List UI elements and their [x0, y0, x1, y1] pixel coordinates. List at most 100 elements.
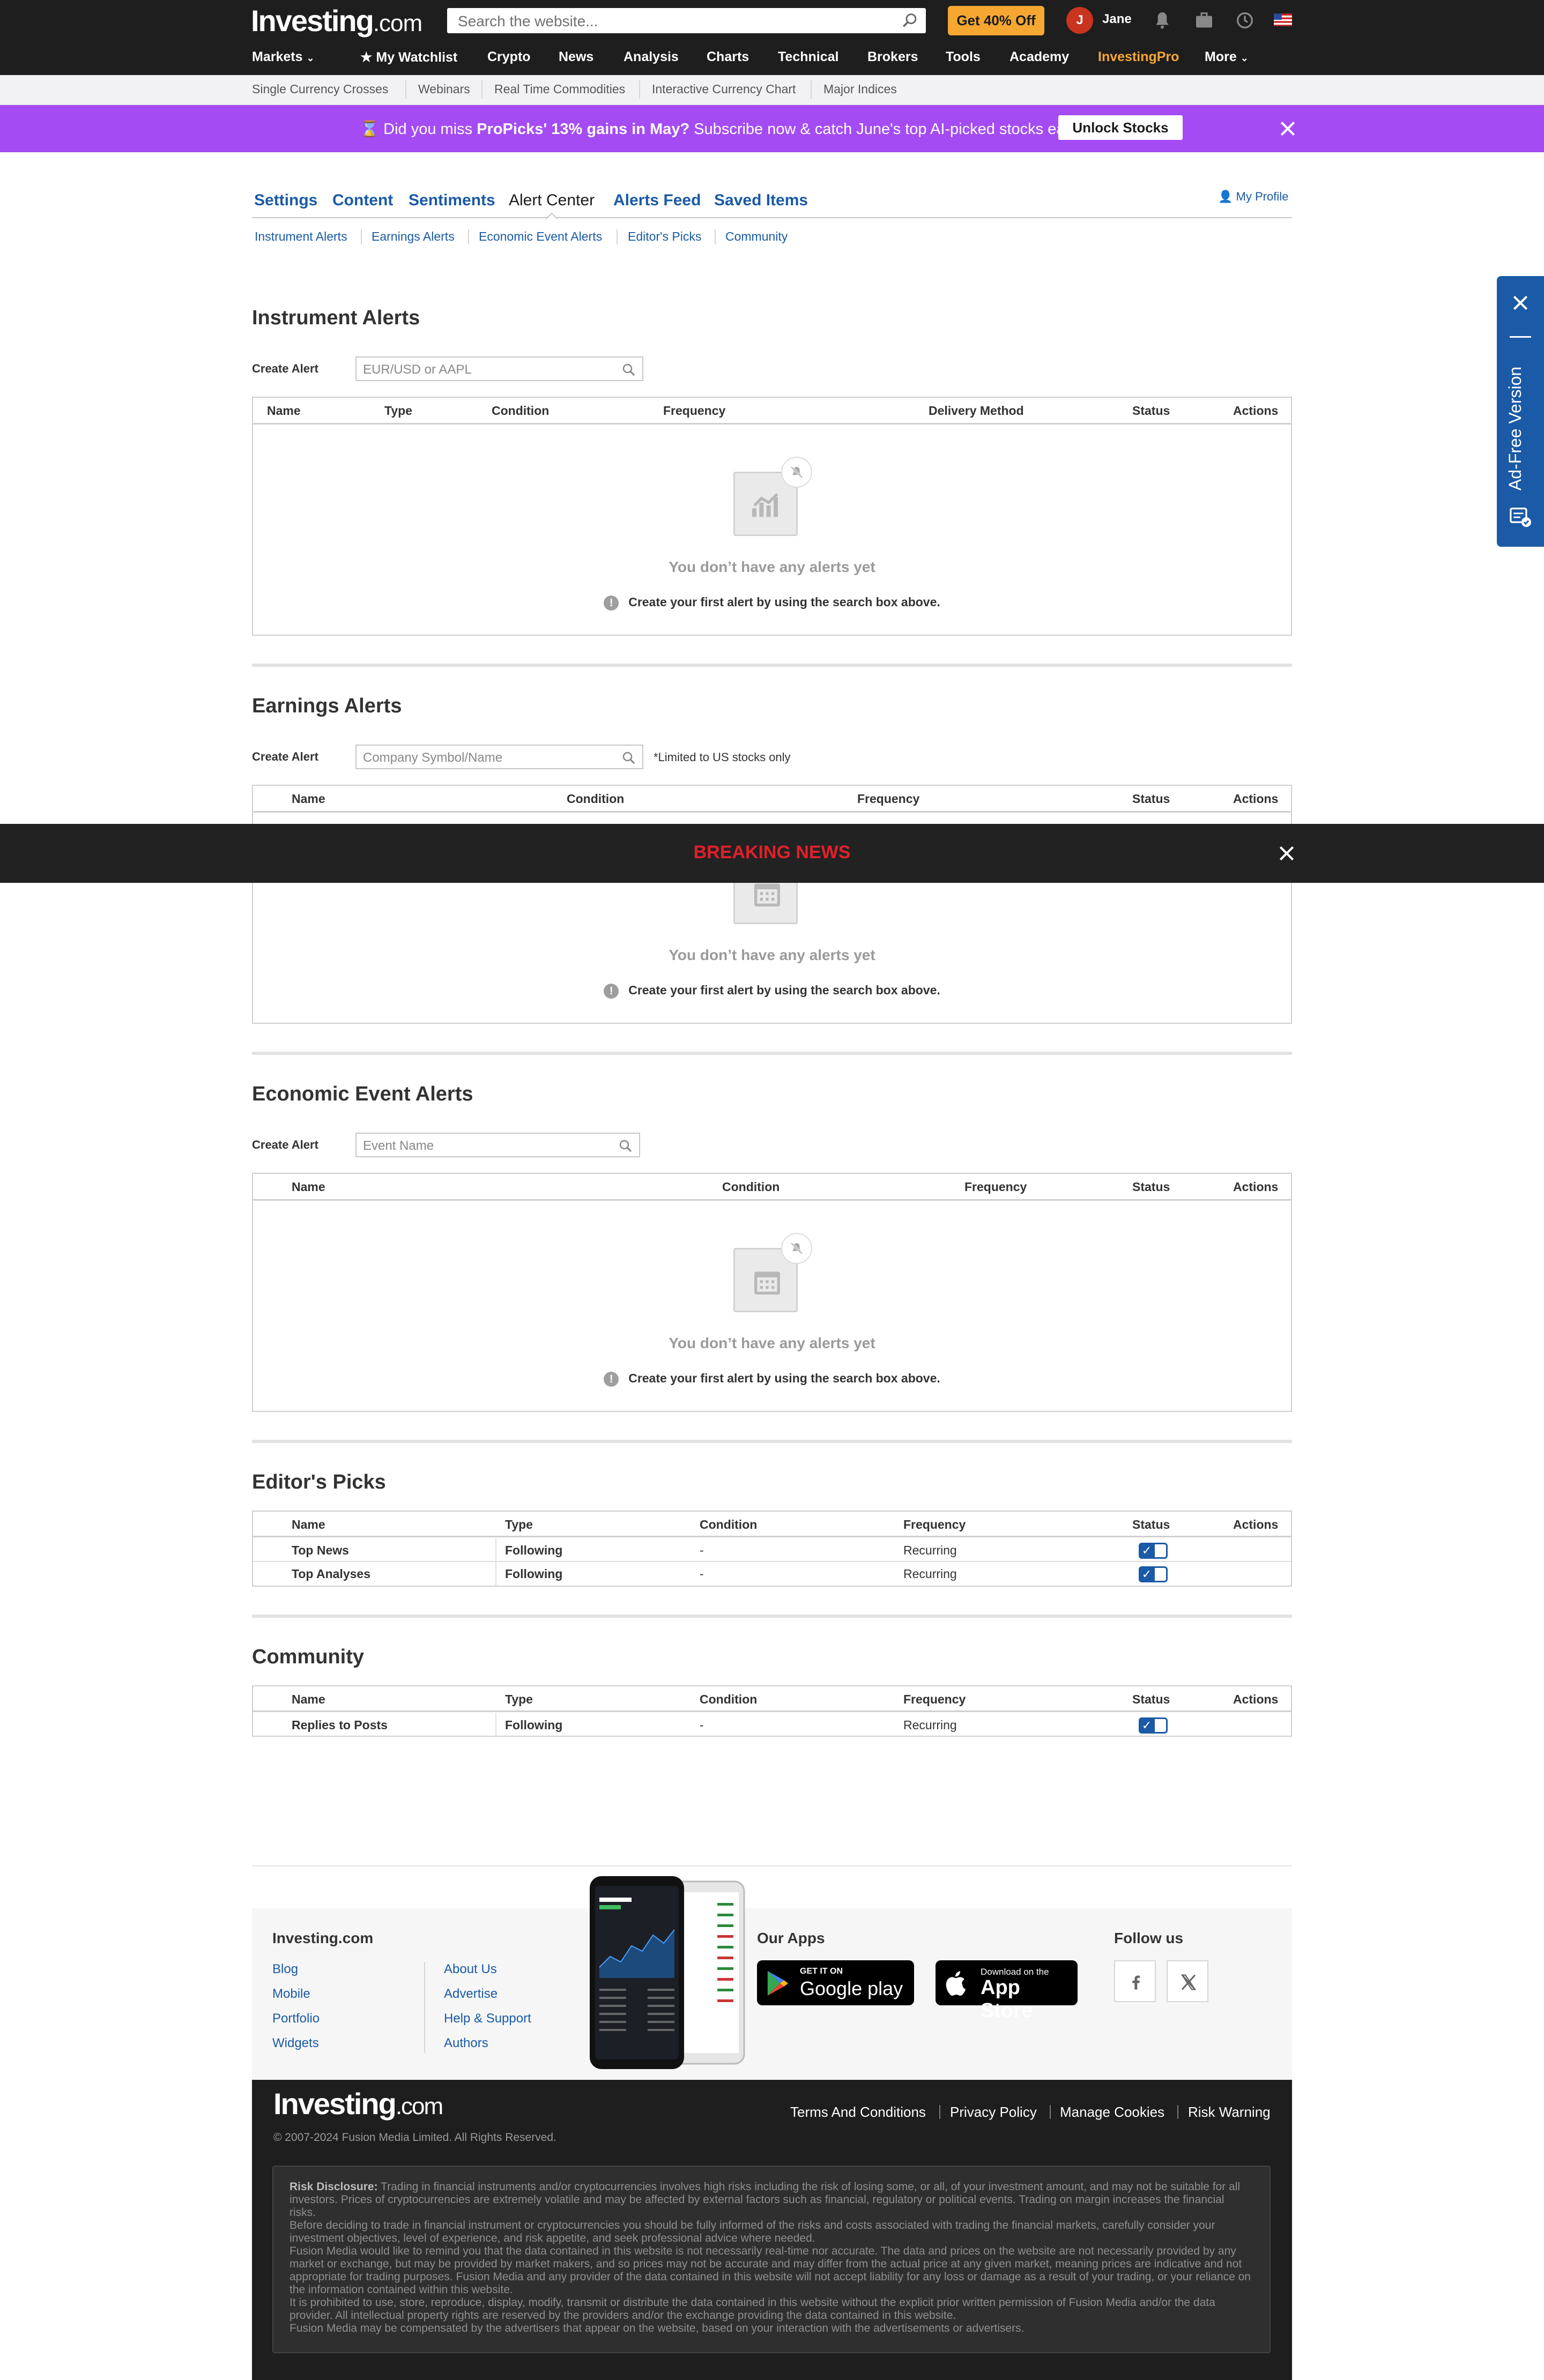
subtab-community[interactable]: Community — [725, 229, 788, 244]
close-icon[interactable] — [1276, 843, 1297, 864]
row-condition: - — [700, 1718, 704, 1732]
x-twitter-icon[interactable] — [1167, 1960, 1208, 2002]
col-condition: Condition — [700, 1518, 758, 1531]
facebook-icon[interactable] — [1114, 1960, 1156, 2002]
google-play-button[interactable]: GET IT ON Google play — [757, 1960, 914, 2005]
tab-alerts-feed[interactable]: Alerts Feed — [613, 191, 701, 210]
site-logo[interactable]: Investing.com — [251, 3, 422, 38]
earnings-search-input[interactable]: Company Symbol/Name — [355, 745, 643, 769]
nav-technical[interactable]: Technical — [778, 49, 838, 71]
subnav-real-time-commodities[interactable]: Real Time Commodities — [494, 82, 625, 96]
footer-link-authors[interactable]: Authors — [444, 2036, 488, 2051]
footer-link-help-support[interactable]: Help & Support — [444, 2011, 531, 2026]
search-icon[interactable] — [618, 1138, 634, 1154]
user-name[interactable]: Jane — [1102, 12, 1132, 27]
subnav-webinars[interactable]: Webinars — [418, 82, 470, 96]
info-icon: ! — [604, 595, 619, 611]
status-toggle[interactable]: ✓ — [1139, 1717, 1168, 1734]
subtab-earnings-alerts[interactable]: Earnings Alerts — [372, 229, 455, 244]
nav-academy[interactable]: Academy — [1009, 49, 1069, 71]
tab-content[interactable]: Content — [332, 191, 393, 210]
editors-picks-table: Name Type Condition Frequency Status Act… — [252, 1511, 1292, 1587]
nav-crypto[interactable]: Crypto — [487, 49, 531, 71]
col-name: Name — [292, 1692, 325, 1706]
footer-link-about-us[interactable]: About Us — [444, 1962, 497, 1977]
search-icon[interactable] — [621, 750, 637, 766]
subtab-economic-event-alerts[interactable]: Economic Event Alerts — [479, 229, 602, 244]
breaking-news-label: BREAKING NEWS — [693, 842, 851, 862]
nav-markets[interactable]: Markets ⌄ — [252, 49, 315, 71]
tab-saved-items[interactable]: Saved Items — [714, 191, 808, 210]
footer-manage-cookies-link[interactable]: Manage Cookies — [1060, 2104, 1164, 2121]
event-search-input[interactable]: Event Name — [355, 1133, 640, 1157]
search-input[interactable]: Search the website... — [447, 8, 926, 33]
row-type: Following — [505, 1543, 563, 1557]
follow-us-heading: Follow us — [1114, 1930, 1184, 1946]
nav-charts[interactable]: Charts — [707, 49, 749, 71]
app-store-button[interactable]: Download on the App Store — [936, 1960, 1078, 2022]
nav-more[interactable]: More ⌄ — [1205, 49, 1249, 71]
us-flag-icon[interactable] — [1274, 12, 1292, 28]
nav-tools[interactable]: Tools — [946, 49, 981, 71]
ad-free-side-tab[interactable]: Ad-Free Version — [1497, 276, 1544, 547]
earnings-alerts-table: Name Condition Frequency Status Actions … — [252, 785, 1292, 1024]
tab-settings[interactable]: Settings — [254, 191, 317, 210]
unlock-stocks-button[interactable]: Unlock Stocks — [1058, 115, 1183, 140]
close-icon[interactable] — [1277, 118, 1298, 139]
get-40-off-button[interactable]: Get 40% Off — [948, 6, 1044, 35]
promo-banner: ⌛ Did you miss ProPicks' 13% gains in Ma… — [0, 105, 1544, 152]
bell-icon[interactable] — [1152, 10, 1173, 31]
col-condition: Condition — [492, 404, 550, 418]
nav-brokers[interactable]: Brokers — [867, 49, 918, 71]
footer-link-widgets[interactable]: Widgets — [272, 2036, 319, 2051]
nav-my-watchlist[interactable]: ★ My Watchlist — [360, 49, 457, 71]
briefcase-icon[interactable] — [1193, 10, 1215, 31]
footer-risk-warning-link[interactable]: Risk Warning — [1188, 2104, 1271, 2121]
nav-analysis[interactable]: Analysis — [623, 49, 679, 71]
subtab-instrument-alerts[interactable]: Instrument Alerts — [255, 229, 347, 244]
footer-link-mobile[interactable]: Mobile — [272, 1987, 310, 2002]
subnav-major-indices[interactable]: Major Indices — [823, 82, 897, 96]
tab-alert-center[interactable]: Alert Center — [509, 191, 595, 210]
row-name: Top Analyses — [292, 1567, 370, 1581]
promo-text: ⌛ Did you miss ProPicks' 13% gains in Ma… — [360, 121, 1085, 138]
col-type: Type — [505, 1518, 533, 1531]
my-profile-link[interactable]: 👤 My Profile — [1218, 190, 1288, 204]
status-toggle[interactable]: ✓ — [1139, 1566, 1168, 1582]
section-title-community: Community — [252, 1646, 364, 1668]
col-frequency: Frequency — [903, 1692, 966, 1706]
footer-divider — [252, 1865, 1292, 1866]
empty-state-hint: ! Create your first alert by using the se… — [253, 1371, 1291, 1387]
search-icon[interactable] — [621, 362, 637, 378]
hourglass-icon: ⌛ — [360, 121, 380, 138]
footer-link-advertise[interactable]: Advertise — [444, 1987, 498, 2002]
instrument-search-input[interactable]: EUR/USD or AAPL — [355, 356, 643, 381]
nav-news[interactable]: News — [559, 49, 593, 71]
footer-logo[interactable]: Investing.com — [273, 2086, 443, 2121]
subtab-editors-picks[interactable]: Editor's Picks — [628, 229, 701, 244]
apple-icon — [946, 1971, 966, 1996]
empty-state-title: You don’t have any alerts yet — [669, 1335, 875, 1351]
row-type: Following — [505, 1718, 563, 1732]
footer-link-portfolio[interactable]: Portfolio — [272, 2011, 320, 2026]
clock-icon[interactable] — [1234, 10, 1256, 31]
tab-sentiments[interactable]: Sentiments — [409, 191, 495, 210]
section-divider — [252, 1052, 1292, 1055]
breaking-news-bar[interactable]: BREAKING NEWS — [0, 824, 1544, 883]
col-frequency: Frequency — [903, 1518, 966, 1531]
status-toggle[interactable]: ✓ — [1139, 1543, 1168, 1559]
subnav-interactive-currency-chart[interactable]: Interactive Currency Chart — [652, 82, 796, 96]
footer-link-blog[interactable]: Blog — [272, 1962, 298, 1977]
search-icon[interactable] — [901, 11, 919, 29]
ad-free-badge-icon — [1510, 508, 1531, 527]
nav-investingpro[interactable]: InvestingPro — [1098, 49, 1179, 71]
footer-terms-link[interactable]: Terms And Conditions — [790, 2104, 926, 2121]
table-row: Replies to Posts Following - Recurring ✓ — [253, 1713, 1291, 1737]
bell-off-icon — [781, 1233, 812, 1264]
row-name: Top News — [292, 1543, 349, 1557]
create-alert-label: Create Alert — [252, 750, 318, 763]
footer-privacy-link[interactable]: Privacy Policy — [950, 2104, 1037, 2121]
avatar[interactable]: J — [1066, 7, 1093, 34]
subnav-single-currency-crosses[interactable]: Single Currency Crosses — [252, 82, 388, 96]
close-icon[interactable] — [1510, 292, 1531, 314]
